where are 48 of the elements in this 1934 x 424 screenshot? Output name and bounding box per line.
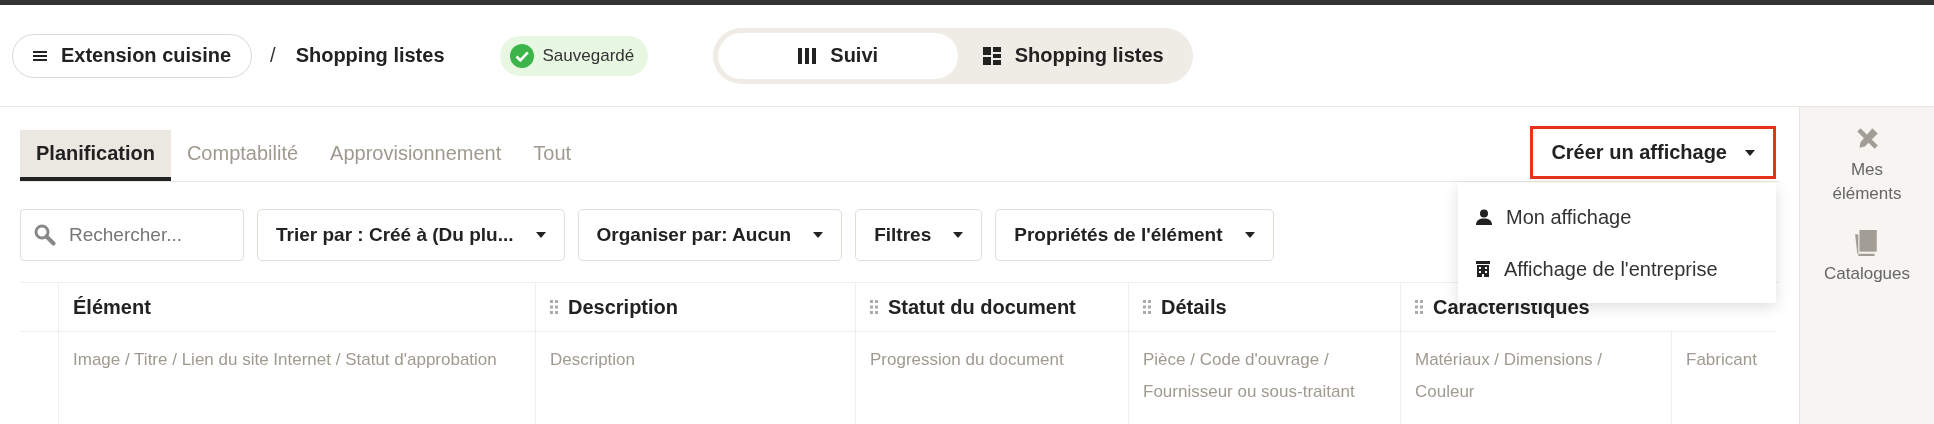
dropdown-button[interactable]: Organiser par: Aucun bbox=[577, 209, 843, 261]
book-icon bbox=[1855, 230, 1879, 256]
dropdown-button[interactable]: Trier par : Créé à (Du plu... bbox=[257, 209, 565, 261]
column-title: Caractéristiques bbox=[1433, 295, 1590, 319]
column-title: Détails bbox=[1161, 295, 1227, 319]
building-icon bbox=[1476, 261, 1490, 277]
caret-icon bbox=[953, 232, 964, 238]
create-view-button[interactable]: Créer un affichage bbox=[1530, 126, 1776, 179]
caret-icon bbox=[535, 232, 546, 238]
menu-icon bbox=[33, 49, 47, 62]
table-cell: Fabricant bbox=[1671, 332, 1775, 424]
drag-handle-icon bbox=[550, 300, 558, 314]
caret-icon bbox=[813, 232, 824, 238]
search-field[interactable]: Rechercher... bbox=[20, 209, 244, 261]
table-cell: Image / Titre / Lien du site Internet / Statut d'approbation bbox=[58, 332, 535, 424]
view-switch-tab[interactable]: Suivi bbox=[718, 32, 959, 79]
sidebar-item[interactable]: Mes éléments bbox=[1812, 125, 1922, 207]
column-title: Statut du document bbox=[888, 295, 1076, 319]
table-cell: Pièce / Code d'ouvrage / Fournisseur ou sous-traitant bbox=[1128, 332, 1400, 424]
view-switch-tab[interactable]: Shopping listes bbox=[958, 32, 1189, 79]
drag-handle-icon bbox=[870, 300, 878, 314]
view-tab[interactable]: Planification bbox=[20, 130, 171, 181]
drag-handle-icon bbox=[1415, 300, 1423, 314]
table-cell: Matériaux / Dimensions / Couleur bbox=[1400, 332, 1671, 424]
table-cell: Description bbox=[535, 332, 855, 424]
dropdown-button[interactable]: Filtres bbox=[855, 209, 983, 261]
grid-icon bbox=[982, 46, 1001, 65]
table-cell: Progression du document bbox=[855, 332, 1128, 424]
person-icon bbox=[1476, 209, 1492, 225]
dropdown-button[interactable]: Propriétés de l'élément bbox=[995, 209, 1274, 261]
search-icon bbox=[34, 224, 56, 246]
columns-icon bbox=[798, 46, 817, 65]
column-header[interactable]: Description bbox=[535, 283, 855, 332]
column-header[interactable]: Statut du document bbox=[855, 283, 1128, 332]
column-header[interactable]: Caractéristiques bbox=[1400, 283, 1775, 332]
column-header[interactable]: Élément bbox=[58, 283, 535, 332]
column-title: Description bbox=[568, 295, 679, 319]
check-circle-icon bbox=[509, 43, 534, 68]
drag-handle-icon bbox=[1143, 300, 1151, 314]
page-title: Shopping listes bbox=[295, 44, 445, 67]
caret-icon bbox=[1244, 232, 1255, 238]
column-header[interactable]: Détails bbox=[1128, 283, 1400, 332]
menu-item[interactable]: Mon affichage bbox=[1458, 191, 1776, 243]
breadcrumb-separator: / bbox=[270, 44, 276, 67]
save-status-text: Sauvegardé bbox=[542, 45, 635, 66]
sidebar-item[interactable]: Catalogues bbox=[1812, 229, 1922, 287]
caret-icon bbox=[1745, 149, 1755, 156]
column-title: Élément bbox=[73, 295, 151, 319]
